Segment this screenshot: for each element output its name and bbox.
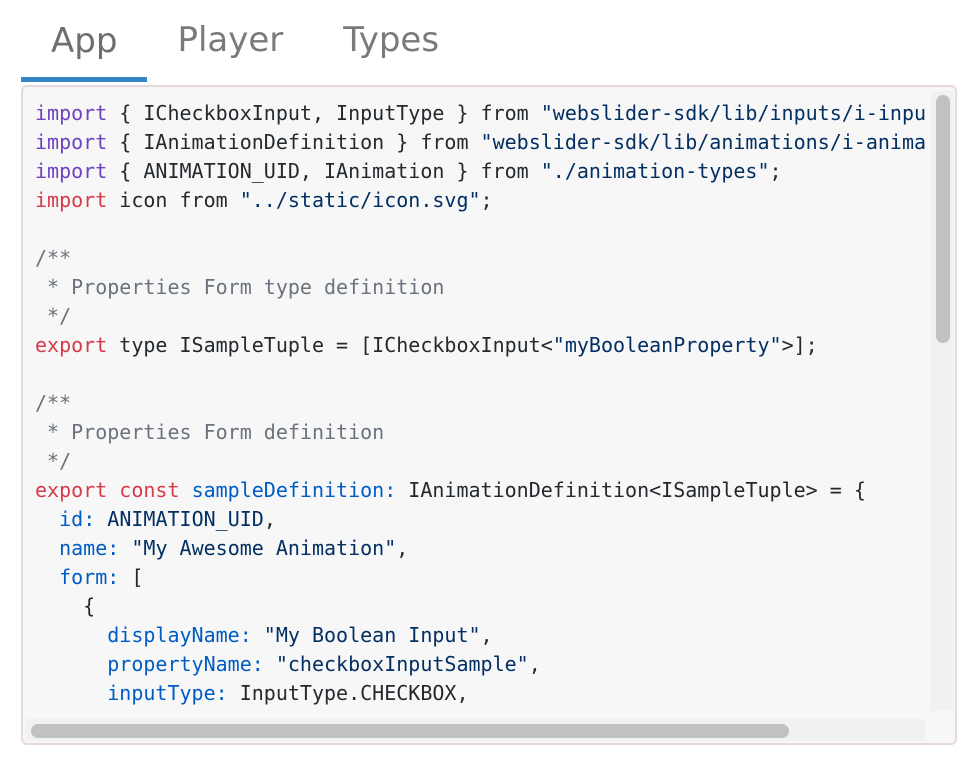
code-block: import { ICheckboxInput, InputType } fro… [23,87,925,712]
code-line: propertyName: "checkboxInputSample", [107,652,541,676]
code-line: export type ISampleTuple = [ICheckboxInp… [35,333,818,357]
code-line: * Properties Form definition [35,420,385,444]
code-line: import { IAnimationDefinition } from "we… [35,130,925,154]
tab-player[interactable]: Player [147,0,313,82]
code-line: import { ICheckboxInput, InputType } fro… [35,101,925,125]
code-line: */ [35,304,72,328]
tab-app-label: App [51,20,118,61]
vertical-scrollbar[interactable] [931,91,953,711]
code-line: * Properties Form type definition [35,275,445,299]
code-line: form: [ [59,565,144,589]
code-view[interactable]: import { ICheckboxInput, InputType } fro… [23,87,925,712]
code-line: id: ANIMATION_UID, [59,507,276,531]
code-editor-panel[interactable]: import { ICheckboxInput, InputType } fro… [21,85,957,745]
code-line: name: "My Awesome Animation", [59,536,409,560]
horizontal-scrollbar-thumb[interactable] [31,724,789,738]
code-line: */ [35,449,72,473]
code-line: import icon from "../static/icon.svg"; [35,188,493,212]
code-line: inputType: InputType.CHECKBOX, [107,681,469,705]
tab-types-label: Types [343,20,440,60]
scrollbar-corner [929,717,953,741]
tab-app[interactable]: App [21,0,148,82]
tab-bar: App Player Types [21,0,469,82]
vertical-scrollbar-thumb[interactable] [936,95,950,343]
code-line: { [35,594,96,618]
code-line: /** [35,246,72,270]
code-line: displayName: "My Boolean Input", [107,623,493,647]
code-line: export const sampleDefinition: IAnimatio… [35,478,866,502]
code-line: val [35,708,925,712]
horizontal-scrollbar[interactable] [25,719,925,741]
code-line: import { ANIMATION_UID, IAnimation } fro… [35,159,782,183]
code-line: /** [35,391,72,415]
tab-player-label: Player [177,20,284,60]
tab-types[interactable]: Types [313,0,469,82]
